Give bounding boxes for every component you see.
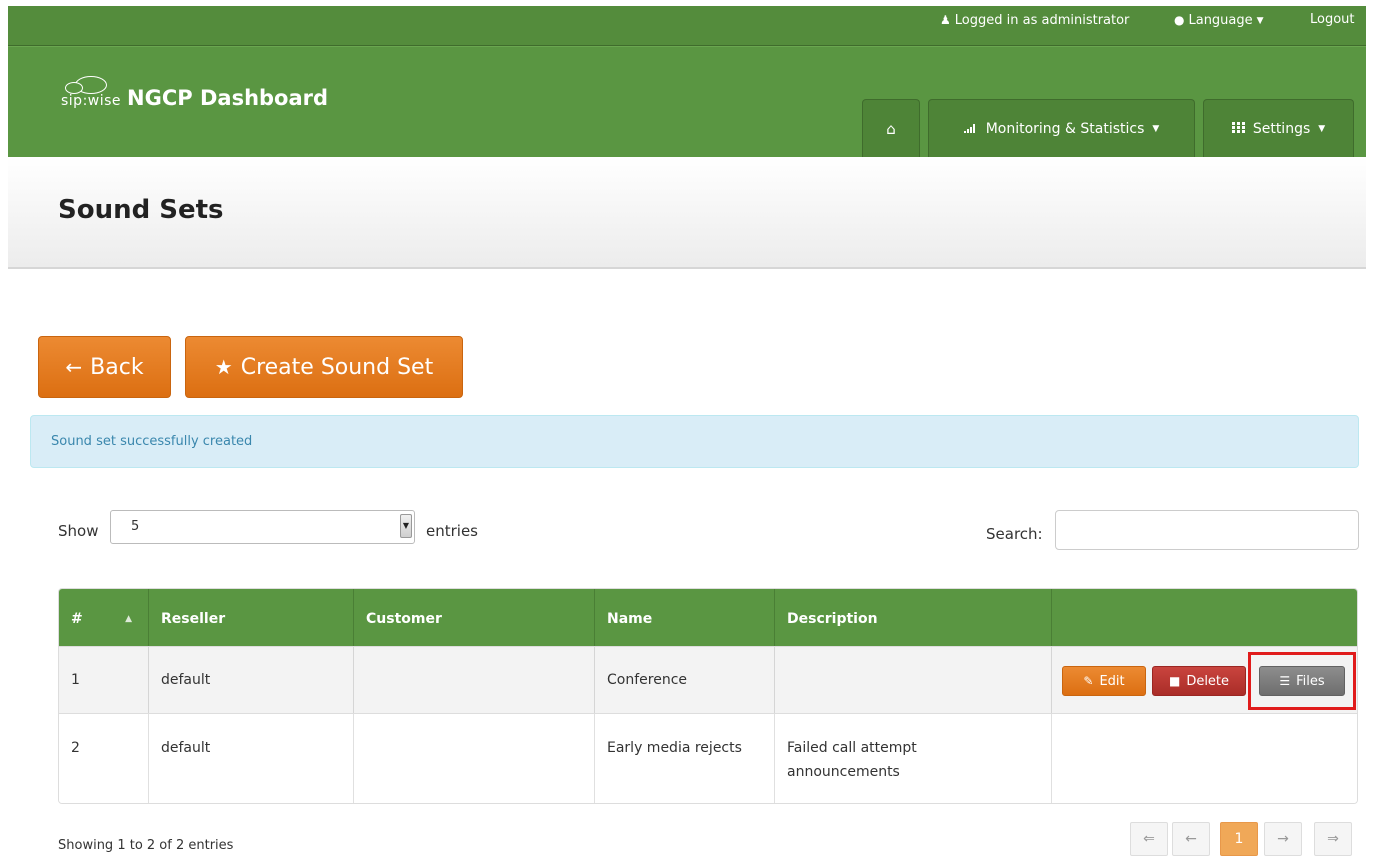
cell-description [774, 647, 1051, 713]
showing-info: Showing 1 to 2 of 2 entries [58, 838, 234, 853]
delete-button[interactable]: ■ Delete [1152, 666, 1246, 696]
success-alert: Sound set successfully created [30, 415, 1359, 468]
language-label: Language [1188, 13, 1253, 28]
home-button[interactable]: ⌂ [862, 99, 920, 158]
pager-current[interactable]: 1 [1220, 822, 1258, 856]
delete-label: Delete [1186, 673, 1230, 689]
table-header: # ▲ Reseller Customer Name Description [59, 589, 1357, 646]
page-size-value: 5 [131, 519, 140, 534]
page-header: Sound Sets [8, 157, 1366, 269]
column-header-name[interactable]: Name [594, 589, 774, 646]
column-header-actions [1051, 589, 1357, 646]
cell-name: Early media rejects [594, 714, 774, 803]
column-header-reseller[interactable]: Reseller [148, 589, 353, 646]
sort-asc-icon: ▲ [125, 613, 132, 624]
column-header-customer[interactable]: Customer [353, 589, 594, 646]
globe-icon: ● [1174, 13, 1185, 27]
table-row: 2 default Early media rejects Failed cal… [59, 713, 1357, 803]
chevron-down-icon: ▼ [1256, 16, 1264, 26]
column-header-description[interactable]: Description [774, 589, 1051, 646]
signal-bars-icon [963, 122, 978, 137]
settings-label: Settings [1252, 121, 1311, 137]
settings-menu[interactable]: Settings ▼ [1203, 99, 1354, 158]
cell-id: 1 [71, 672, 80, 688]
brand-logo[interactable]: sip:wise NGCP Dashboard [61, 76, 328, 110]
top-bar: ♟ Logged in as administrator ● Language ▼ L… [8, 6, 1366, 46]
create-sound-set-button[interactable]: ★ Create Sound Set [185, 336, 463, 398]
chevron-down-icon: ▼ [1152, 124, 1160, 134]
pager-last[interactable]: ⇒ [1314, 822, 1352, 856]
cell-reseller: default [148, 647, 353, 713]
show-label: Show [58, 522, 99, 540]
files-highlight-box [1248, 652, 1356, 710]
logged-in-label: Logged in as administrator [954, 13, 1130, 28]
cell-description: Failed call attempt announcements [774, 714, 1051, 803]
page-size-select[interactable]: 5 [110, 510, 415, 544]
pager-first[interactable]: ⇐ [1130, 822, 1168, 856]
back-label: Back [90, 354, 144, 380]
back-button[interactable]: ← Back [38, 336, 171, 398]
sound-sets-table: # ▲ Reseller Customer Name Description 1… [58, 588, 1358, 804]
edit-icon: ✎ [1083, 674, 1094, 688]
search-label: Search: [986, 525, 1043, 543]
brand-title: NGCP Dashboard [127, 86, 329, 110]
column-header-id[interactable]: # ▲ [59, 589, 148, 646]
edit-label: Edit [1099, 673, 1125, 689]
cell-id: 2 [71, 740, 80, 756]
pager-next[interactable]: → [1264, 822, 1302, 856]
cell-customer [353, 647, 594, 713]
monitoring-label: Monitoring & Statistics [985, 121, 1145, 137]
cell-name: Conference [594, 647, 774, 713]
cell-actions [1051, 714, 1357, 803]
select-arrow-icon[interactable]: ▼ [400, 514, 412, 538]
arrow-left-icon: ← [65, 355, 83, 379]
logout-link[interactable]: Logout [1310, 12, 1355, 28]
cell-reseller: default [148, 714, 353, 803]
grid-icon [1231, 121, 1245, 137]
edit-button[interactable]: ✎ Edit [1062, 666, 1146, 696]
search-input[interactable] [1055, 510, 1359, 550]
star-icon: ★ [214, 355, 233, 379]
chevron-down-icon: ▼ [1318, 124, 1326, 134]
home-icon: ⌂ [886, 120, 896, 138]
language-menu[interactable]: ● Language ▼ [1174, 12, 1264, 29]
trash-icon: ■ [1168, 674, 1181, 688]
user-icon: ♟ [940, 13, 951, 27]
logged-in-status[interactable]: ♟ Logged in as administrator [940, 12, 1129, 29]
create-label: Create Sound Set [240, 354, 434, 380]
pager-prev[interactable]: ← [1172, 822, 1210, 856]
main-navbar: sip:wise NGCP Dashboard ⌂ Monitoring & St… [8, 46, 1366, 158]
monitoring-menu[interactable]: Monitoring & Statistics ▼ [928, 99, 1195, 158]
entries-label: entries [426, 522, 478, 540]
alert-message: Sound set successfully created [51, 434, 253, 449]
brand-prefix: sip:wise [61, 93, 122, 109]
page-title: Sound Sets [58, 195, 224, 225]
cell-customer [353, 714, 594, 803]
